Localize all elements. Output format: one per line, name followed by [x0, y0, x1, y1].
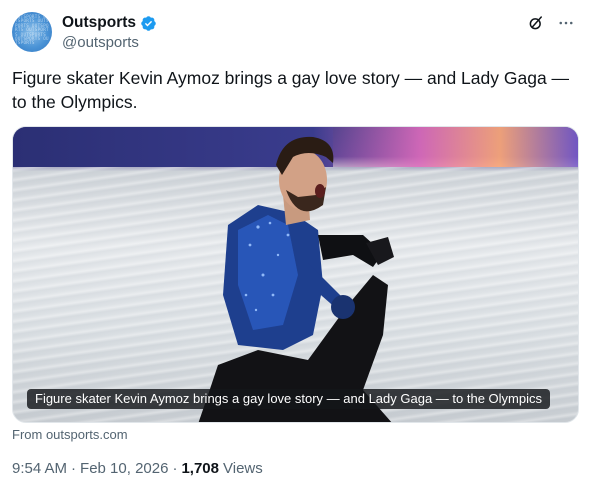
card-source[interactable]: From outsports.com — [12, 427, 128, 442]
more-icon[interactable] — [557, 14, 575, 32]
display-name[interactable]: Outsports — [62, 14, 136, 32]
avatar[interactable]: OUTSPORTS OUTSPORTS OUTSPORTS OUTSPORTS … — [12, 12, 52, 52]
tweet-date[interactable]: Feb 10, 2026 — [80, 460, 168, 477]
views-label: Views — [223, 460, 263, 477]
grok-icon[interactable] — [527, 14, 545, 32]
views-count: 1,708 — [181, 460, 219, 477]
author-block[interactable]: Outsports @outsports — [62, 13, 157, 51]
skater-photo — [198, 136, 394, 422]
top-actions — [527, 14, 575, 32]
tweet-meta: 9:54 AM · Feb 10, 2026 · 1,708 Views — [12, 460, 263, 477]
separator-dot: · — [71, 460, 77, 477]
card-caption[interactable]: Figure skater Kevin Aymoz brings a gay l… — [27, 389, 550, 409]
tweet-time[interactable]: 9:54 AM — [12, 460, 67, 477]
avatar-logo-text: OUTSPORTS OUTSPORTS OUTSPORTS OUTSPORTS … — [15, 14, 49, 46]
handle[interactable]: @outsports — [62, 34, 157, 51]
tweet-text: Figure skater Kevin Aymoz brings a gay l… — [12, 68, 570, 112]
name-row: Outsports — [62, 13, 157, 33]
tweet-header: OUTSPORTS OUTSPORTS OUTSPORTS OUTSPORTS … — [12, 12, 579, 54]
separator-dot: · — [172, 460, 178, 477]
verified-badge-icon — [140, 15, 157, 32]
link-card[interactable]: Figure skater Kevin Aymoz brings a gay l… — [12, 126, 579, 423]
